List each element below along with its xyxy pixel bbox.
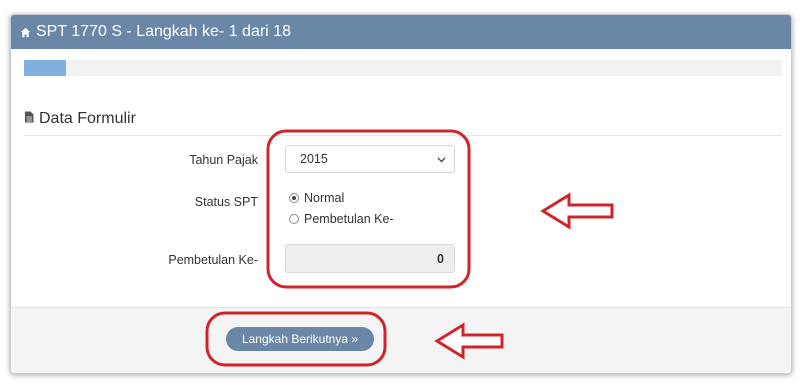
- home-icon: [20, 27, 31, 38]
- panel-footer: [11, 307, 791, 373]
- radio-pembetulan[interactable]: Pembetulan Ke-: [289, 212, 394, 226]
- spt-wizard-panel: SPT 1770 S - Langkah ke- 1 dari 18 Data …: [10, 14, 792, 374]
- document-icon: [24, 110, 34, 128]
- radio-normal-label: Normal: [304, 191, 345, 205]
- pembetulan-value: 0: [437, 251, 444, 266]
- radio-button-pembetulan[interactable]: [289, 214, 299, 224]
- tahun-pajak-label: Tahun Pajak: [189, 153, 258, 167]
- progress-fill: [24, 60, 66, 76]
- section-divider: [24, 135, 782, 136]
- panel-title: SPT 1770 S - Langkah ke- 1 dari 18: [36, 23, 291, 40]
- chevron-down-icon: [437, 152, 446, 166]
- status-spt-label: Status SPT: [194, 195, 258, 209]
- tahun-pajak-value: 2015: [300, 152, 328, 166]
- radio-pembetulan-label: Pembetulan Ke-: [304, 212, 394, 226]
- tahun-pajak-select[interactable]: 2015: [285, 145, 455, 173]
- panel-header: SPT 1770 S - Langkah ke- 1 dari 18: [11, 15, 791, 49]
- radio-normal[interactable]: Normal: [289, 191, 344, 205]
- progress-bar: [24, 60, 782, 76]
- section-title: Data Formulir: [39, 110, 136, 127]
- pembetulan-input[interactable]: 0: [285, 244, 455, 273]
- pembetulan-label: Pembetulan Ke-: [168, 253, 258, 267]
- section-header: Data Formulir: [24, 109, 136, 129]
- radio-button-normal[interactable]: [289, 193, 299, 203]
- next-step-button[interactable]: Langkah Berikutnya »: [226, 327, 374, 351]
